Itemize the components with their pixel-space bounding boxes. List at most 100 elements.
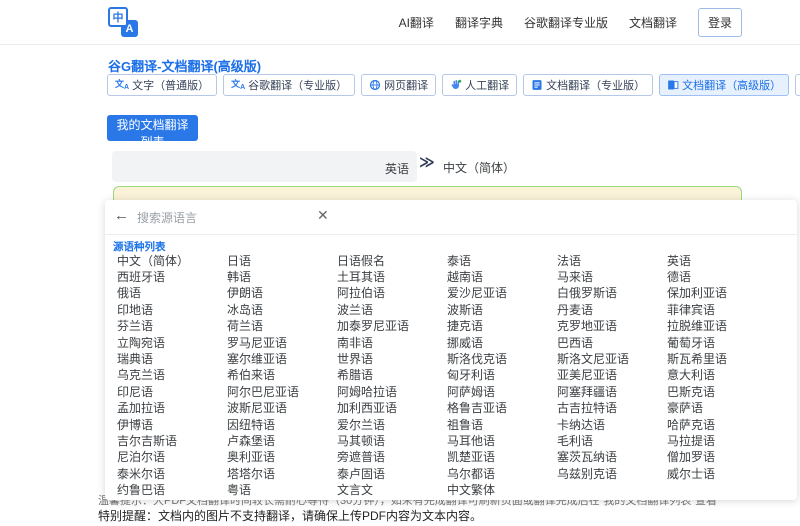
tab-google-pro[interactable]: 文A谷歌翻译（专业版） — [223, 74, 355, 96]
language-option[interactable]: 日语假名 — [337, 252, 447, 269]
language-option[interactable]: 保加利亚语 — [667, 284, 777, 301]
close-icon[interactable]: ✕ — [317, 208, 329, 222]
nav-ai-translate[interactable]: AI翻译 — [399, 14, 434, 31]
language-option[interactable]: 世界语 — [337, 350, 447, 367]
search-source-input[interactable] — [135, 207, 309, 229]
language-option[interactable]: 加泰罗尼亚语 — [337, 317, 447, 334]
language-option[interactable]: 丹麦语 — [557, 301, 667, 318]
language-option[interactable]: 菲律宾语 — [667, 301, 777, 318]
language-option[interactable]: 泰米尔语 — [117, 465, 227, 482]
language-option[interactable]: 泰语 — [447, 252, 557, 269]
language-option[interactable]: 哈萨克语 — [667, 416, 777, 433]
language-bar[interactable]: 英语 — [112, 151, 417, 182]
language-option[interactable]: 粤语 — [227, 481, 337, 498]
language-option[interactable]: 法语 — [557, 252, 667, 269]
language-option[interactable]: 豪萨语 — [667, 399, 777, 416]
language-option[interactable]: 卢森堡语 — [227, 432, 337, 449]
language-option[interactable]: 罗马尼亚语 — [227, 334, 337, 351]
language-option[interactable]: 马来语 — [557, 268, 667, 285]
nav-google-pro[interactable]: 谷歌翻译专业版 — [524, 14, 608, 31]
translate-logo-icon[interactable]: A 中 — [108, 5, 140, 39]
language-option[interactable]: 斯洛伐克语 — [447, 350, 557, 367]
language-option[interactable]: 马拉提语 — [667, 432, 777, 449]
language-option[interactable]: 爱尔兰语 — [337, 416, 447, 433]
nav-doc-translate[interactable]: 文档翻译 — [629, 14, 677, 31]
language-option[interactable]: 波斯尼亚语 — [227, 399, 337, 416]
language-option[interactable]: 德语 — [667, 268, 777, 285]
language-option[interactable]: 奥利亚语 — [227, 448, 337, 465]
language-option[interactable]: 冰岛语 — [227, 301, 337, 318]
language-option[interactable]: 约鲁巴语 — [117, 481, 227, 498]
language-option[interactable]: 印尼语 — [117, 383, 227, 400]
back-icon[interactable]: ← — [114, 208, 129, 223]
language-option[interactable]: 因纽特语 — [227, 416, 337, 433]
language-option[interactable]: 斯洛文尼亚语 — [557, 350, 667, 367]
language-option[interactable]: 凯楚亚语 — [447, 448, 557, 465]
language-option[interactable]: 白俄罗斯语 — [557, 284, 667, 301]
language-option[interactable]: 波兰语 — [337, 301, 447, 318]
language-option[interactable]: 文言文 — [337, 481, 447, 498]
language-option[interactable]: 吉尔吉斯语 — [117, 432, 227, 449]
tab-doc-pro[interactable]: 文档翻译（专业版） — [523, 74, 653, 96]
language-option[interactable]: 印地语 — [117, 301, 227, 318]
language-option[interactable]: 阿尔巴尼亚语 — [227, 383, 337, 400]
language-option[interactable]: 中文繁体 — [447, 481, 557, 498]
target-language-label[interactable]: 中文（简体） — [443, 159, 515, 176]
language-option[interactable]: 威尔士语 — [667, 465, 777, 482]
language-option[interactable]: 越南语 — [447, 268, 557, 285]
language-option[interactable]: 塔塔尔语 — [227, 465, 337, 482]
language-option[interactable]: 拉脱维亚语 — [667, 317, 777, 334]
nav-dictionary[interactable]: 翻译字典 — [455, 14, 503, 31]
language-option[interactable]: 希腊语 — [337, 366, 447, 383]
my-doc-list-button[interactable]: 我的文档翻译列表 — [107, 115, 198, 141]
language-option[interactable]: 日语 — [227, 252, 337, 269]
language-option[interactable]: 孟加拉语 — [117, 399, 227, 416]
language-option[interactable]: 巴西语 — [557, 334, 667, 351]
language-option[interactable]: 希伯来语 — [227, 366, 337, 383]
language-option[interactable]: 塞尔维亚语 — [227, 350, 337, 367]
language-option[interactable]: 泰卢固语 — [337, 465, 447, 482]
language-option[interactable]: 南非语 — [337, 334, 447, 351]
language-option[interactable]: 马耳他语 — [447, 432, 557, 449]
language-option[interactable]: 芬兰语 — [117, 317, 227, 334]
language-option[interactable]: 伊博语 — [117, 416, 227, 433]
language-option[interactable]: 卡纳达语 — [557, 416, 667, 433]
language-option[interactable]: 中文（简体） — [117, 252, 227, 269]
language-option[interactable]: 阿拉伯语 — [337, 284, 447, 301]
language-option[interactable]: 葡萄牙语 — [667, 334, 777, 351]
language-option[interactable]: 乌克兰语 — [117, 366, 227, 383]
language-option[interactable]: 马其顿语 — [337, 432, 447, 449]
login-button[interactable]: 登录 — [698, 8, 742, 37]
language-option[interactable]: 斯瓦希里语 — [667, 350, 777, 367]
language-option[interactable]: 祖鲁语 — [447, 416, 557, 433]
language-option[interactable]: 塞茨瓦纳语 — [557, 448, 667, 465]
language-option[interactable]: 俄语 — [117, 284, 227, 301]
language-option[interactable]: 韩语 — [227, 268, 337, 285]
language-option[interactable]: 爱沙尼亚语 — [447, 284, 557, 301]
language-option[interactable]: 荷兰语 — [227, 317, 337, 334]
language-option[interactable]: 立陶宛语 — [117, 334, 227, 351]
language-option[interactable]: 加利西亚语 — [337, 399, 447, 416]
language-option[interactable]: 波斯语 — [447, 301, 557, 318]
language-option[interactable]: 乌兹别克语 — [557, 465, 667, 482]
language-option[interactable]: 瑞典语 — [117, 350, 227, 367]
language-option[interactable]: 挪威语 — [447, 334, 557, 351]
language-option[interactable]: 旁遮普语 — [337, 448, 447, 465]
tab-web-translate[interactable]: 网页翻译 — [361, 74, 436, 96]
language-option[interactable]: 匈牙利语 — [447, 366, 557, 383]
language-option[interactable]: 乌尔都语 — [447, 465, 557, 482]
tab-text-basic[interactable]: 文A文字（普通版） — [107, 74, 217, 96]
language-option[interactable]: 格鲁吉亚语 — [447, 399, 557, 416]
language-option[interactable]: 阿姆哈拉语 — [337, 383, 447, 400]
tab-human-translate[interactable]: 人工翻译 — [442, 74, 517, 96]
tab-doc-premium[interactable]: 文档翻译（高级版） — [659, 74, 789, 96]
language-option[interactable]: 伊朗语 — [227, 284, 337, 301]
language-option[interactable]: 英语 — [667, 252, 777, 269]
tab-image-pro[interactable]: 图片翻译（专业版） — [795, 74, 800, 96]
language-option[interactable]: 土耳其语 — [337, 268, 447, 285]
language-option[interactable]: 西班牙语 — [117, 268, 227, 285]
language-option[interactable]: 古吉拉特语 — [557, 399, 667, 416]
source-language-label[interactable]: 英语 — [385, 160, 409, 177]
language-option[interactable]: 阿塞拜疆语 — [557, 383, 667, 400]
language-option[interactable]: 尼泊尔语 — [117, 448, 227, 465]
